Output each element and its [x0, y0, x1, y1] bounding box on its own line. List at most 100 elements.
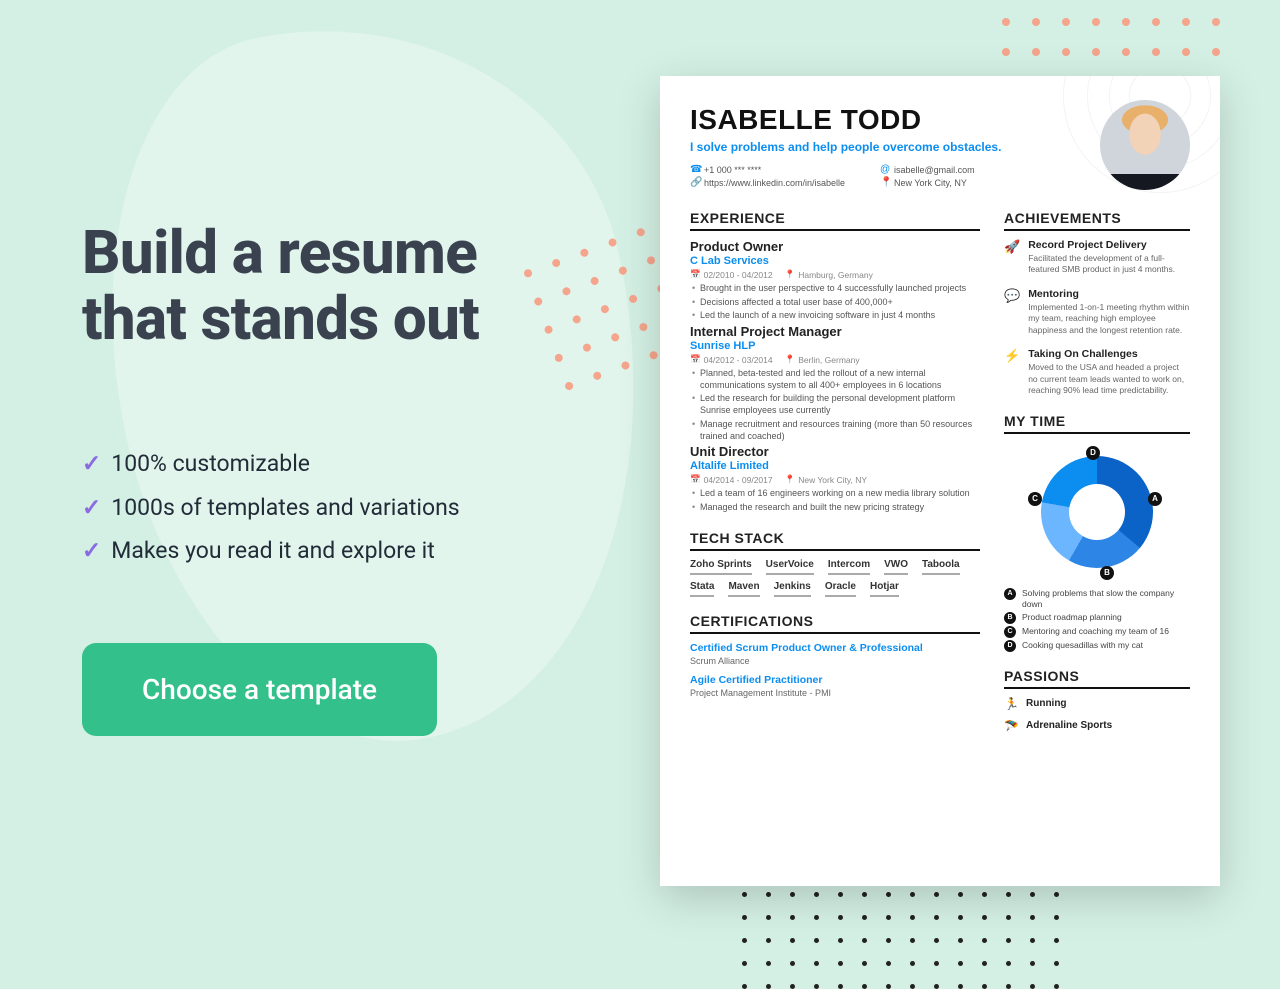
choose-template-button[interactable]: Choose a template — [82, 643, 437, 736]
chip: Hotjar — [870, 581, 899, 597]
achievement: 💬 Mentoring Implemented 1-on-1 meeting r… — [1004, 288, 1190, 336]
calendar-icon: 📅 — [690, 354, 701, 365]
section-achievements: ACHIEVEMENTS — [1004, 210, 1190, 231]
chip: Oracle — [825, 581, 856, 597]
cert-org: Project Management Institute - PMI — [690, 688, 980, 698]
donut-icon — [1041, 456, 1153, 568]
achievement-desc: Implemented 1-on-1 meeting rhythm within… — [1028, 302, 1190, 336]
job-title: Product Owner — [690, 239, 980, 254]
contact-email: @isabelle@gmail.com — [880, 164, 1060, 175]
rocket-icon: 🚀 — [1004, 239, 1020, 255]
passion-label: Adrenaline Sports — [1026, 720, 1112, 731]
legend-text: Solving problems that slow the company d… — [1022, 588, 1190, 610]
section-experience: EXPERIENCE — [690, 210, 980, 231]
job-company: C Lab Services — [690, 255, 980, 267]
job-company: Sunrise HLP — [690, 340, 980, 352]
legend-text: Mentoring and coaching my team of 16 — [1022, 626, 1169, 638]
certification: Certified Scrum Product Owner & Professi… — [690, 642, 980, 666]
cert-name: Agile Certified Practitioner — [690, 674, 980, 686]
job-block: Unit Director Altalife Limited 📅04/2014 … — [690, 444, 980, 513]
section-tech-stack: TECH STACK — [690, 530, 980, 551]
running-icon: 🏃 — [1004, 697, 1018, 711]
contact-phone: ☎+1 000 *** **** — [690, 164, 870, 175]
job-company: Altalife Limited — [690, 460, 980, 472]
job-block: Product Owner C Lab Services 📅02/2010 - … — [690, 239, 980, 322]
adrenaline-icon: 🪂 — [1004, 719, 1018, 733]
job-bullets: Led a team of 16 engineers working on a … — [690, 488, 980, 513]
chip: Zoho Sprints — [690, 559, 752, 575]
legend-badge: D — [1004, 640, 1016, 652]
bullet: Planned, beta-tested and led the rollout… — [690, 368, 980, 391]
resume-preview: ISABELLE TODD I solve problems and help … — [660, 76, 1220, 886]
link-icon: 🔗 — [690, 177, 700, 188]
job-meta: 📅02/2010 - 04/2012 📍Hamburg, Germany — [690, 269, 980, 280]
bullet: Brought in the user perspective to 4 suc… — [690, 283, 980, 295]
section-passions: PASSIONS — [1004, 668, 1190, 689]
tech-stack-chips: Zoho Sprints UserVoice Intercom VWO Tabo… — [690, 559, 980, 597]
calendar-icon: 📅 — [690, 269, 701, 280]
bullet: Led the launch of a new invoicing softwa… — [690, 310, 980, 322]
job-title: Internal Project Manager — [690, 324, 980, 339]
job-bullets: Planned, beta-tested and led the rollout… — [690, 368, 980, 442]
achievement-title: Record Project Delivery — [1028, 239, 1190, 251]
legend-badge: A — [1004, 588, 1016, 600]
section-my-time: MY TIME — [1004, 413, 1190, 434]
feature-list: 100% customizable 1000s of templates and… — [82, 442, 570, 573]
email-icon: @ — [880, 164, 890, 175]
donut-label: B — [1100, 566, 1114, 580]
feature-item: 1000s of templates and variations — [82, 486, 570, 530]
calendar-icon: 📅 — [690, 474, 701, 485]
chip: UserVoice — [766, 559, 814, 575]
chip: Intercom — [828, 559, 870, 575]
bullet: Manage recruitment and resources trainin… — [690, 419, 980, 442]
contact-linkedin: 🔗https://www.linkedin.com/in/isabelle — [690, 177, 870, 188]
bolt-icon: ⚡ — [1004, 348, 1020, 364]
donut-label: A — [1148, 492, 1162, 506]
passion-item: 🏃 Running — [1004, 697, 1190, 711]
job-block: Internal Project Manager Sunrise HLP 📅04… — [690, 324, 980, 442]
phone-icon: ☎ — [690, 164, 700, 175]
chip: Maven — [728, 581, 759, 597]
chip: Stata — [690, 581, 714, 597]
contact-location: 📍New York City, NY — [880, 177, 1060, 188]
achievement: 🚀 Record Project Delivery Facilitated th… — [1004, 239, 1190, 276]
pin-icon: 📍 — [880, 177, 890, 188]
page-headline: Build a resume that stands out — [82, 220, 570, 352]
donut-label: C — [1028, 492, 1042, 506]
job-title: Unit Director — [690, 444, 980, 459]
cert-name: Certified Scrum Product Owner & Professi… — [690, 642, 980, 654]
legend-badge: C — [1004, 626, 1016, 638]
chip: Taboola — [922, 559, 960, 575]
job-meta: 📅04/2012 - 03/2014 📍Berlin, Germany — [690, 354, 980, 365]
passion-item: 🪂 Adrenaline Sports — [1004, 719, 1190, 733]
job-meta: 📅04/2014 - 09/2017 📍New York City, NY — [690, 474, 980, 485]
achievement-desc: Facilitated the development of a full-fe… — [1028, 253, 1190, 276]
my-time-chart: A B C D — [1012, 442, 1182, 582]
job-bullets: Brought in the user perspective to 4 suc… — [690, 283, 980, 322]
feature-item: Makes you read it and explore it — [82, 529, 570, 573]
feature-item: 100% customizable — [82, 442, 570, 486]
legend-text: Product roadmap planning — [1022, 612, 1122, 624]
legend-text: Cooking quesadillas with my cat — [1022, 640, 1143, 652]
chip: VWO — [884, 559, 908, 575]
pin-icon: 📍 — [785, 354, 796, 365]
achievement: ⚡ Taking On Challenges Moved to the USA … — [1004, 348, 1190, 396]
achievement-title: Taking On Challenges — [1028, 348, 1190, 360]
bullet: Decisions affected a total user base of … — [690, 297, 980, 309]
achievement-title: Mentoring — [1028, 288, 1190, 300]
section-certifications: CERTIFICATIONS — [690, 613, 980, 634]
pin-icon: 📍 — [785, 474, 796, 485]
donut-label: D — [1086, 446, 1100, 460]
chat-icon: 💬 — [1004, 288, 1020, 304]
bullet: Led a team of 16 engineers working on a … — [690, 488, 980, 500]
passion-label: Running — [1026, 698, 1067, 709]
avatar — [1100, 100, 1190, 190]
certification: Agile Certified Practitioner Project Man… — [690, 674, 980, 698]
achievement-desc: Moved to the USA and headed a project no… — [1028, 362, 1190, 396]
legend-badge: B — [1004, 612, 1016, 624]
bullet: Managed the research and built the new p… — [690, 502, 980, 514]
cert-org: Scrum Alliance — [690, 656, 980, 666]
bullet: Led the research for building the person… — [690, 393, 980, 416]
my-time-legend: A Solving problems that slow the company … — [1004, 588, 1190, 652]
chip: Jenkins — [774, 581, 811, 597]
